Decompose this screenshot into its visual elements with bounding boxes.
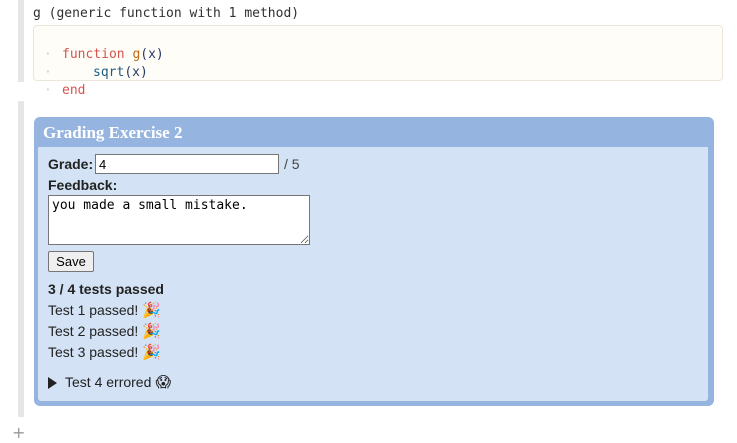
test-result-item: Test 3 passed! 🎉 <box>48 343 161 361</box>
grade-input[interactable] <box>95 154 279 174</box>
code-block: · function g(x) · sqrt(x) · end <box>33 25 723 98</box>
test-result-label: Test 1 passed! <box>48 302 139 318</box>
test-result-label: Test 2 passed! <box>48 323 139 339</box>
party-popper-icon: 🎉 <box>142 301 161 319</box>
tests-summary: 3 / 4 tests passed <box>48 281 164 297</box>
party-popper-icon: 🎉 <box>142 322 161 340</box>
panel-title: Grading Exercise 2 <box>43 123 183 142</box>
errored-test-summary[interactable]: Test 4 errored 😱 <box>65 373 171 391</box>
code-keyword: function <box>62 47 125 62</box>
test-result-item: Test 1 passed! 🎉 <box>48 301 161 319</box>
code-line: · sqrt(x) <box>44 65 148 80</box>
party-popper-icon: 🎉 <box>142 343 161 361</box>
code-args: (x) <box>140 47 164 62</box>
screaming-face-icon: 😱 <box>155 373 172 391</box>
cell-left-bar <box>18 101 24 417</box>
feedback-label: Feedback: <box>48 177 118 193</box>
test-result-item: Test 2 passed! 🎉 <box>48 322 161 340</box>
output-signature: g (generic function with 1 method) <box>33 6 300 21</box>
cell-left-bar <box>18 0 24 82</box>
code-line: · function g(x) <box>44 47 164 62</box>
code-line: · end <box>44 83 86 98</box>
code-keyword: end <box>62 83 86 98</box>
code-call: sqrt <box>93 65 125 80</box>
feedback-textarea[interactable]: you made a small mistake. <box>48 195 310 245</box>
expand-triangle-icon[interactable] <box>48 377 57 389</box>
grade-label: Grade: <box>48 156 94 172</box>
add-cell-icon[interactable]: + <box>12 425 25 441</box>
grade-out-of: / 5 <box>284 156 300 172</box>
save-button[interactable]: Save <box>48 251 94 272</box>
grading-panel-body: Grade: / 5 Feedback: you made a small mi… <box>38 147 708 401</box>
grading-panel: Grading Exercise 2 Grade: / 5 Feedback: … <box>34 117 714 406</box>
errored-test-label: Test 4 errored <box>65 374 152 390</box>
code-args: (x) <box>124 65 148 80</box>
test-result-label: Test 3 passed! <box>48 344 139 360</box>
